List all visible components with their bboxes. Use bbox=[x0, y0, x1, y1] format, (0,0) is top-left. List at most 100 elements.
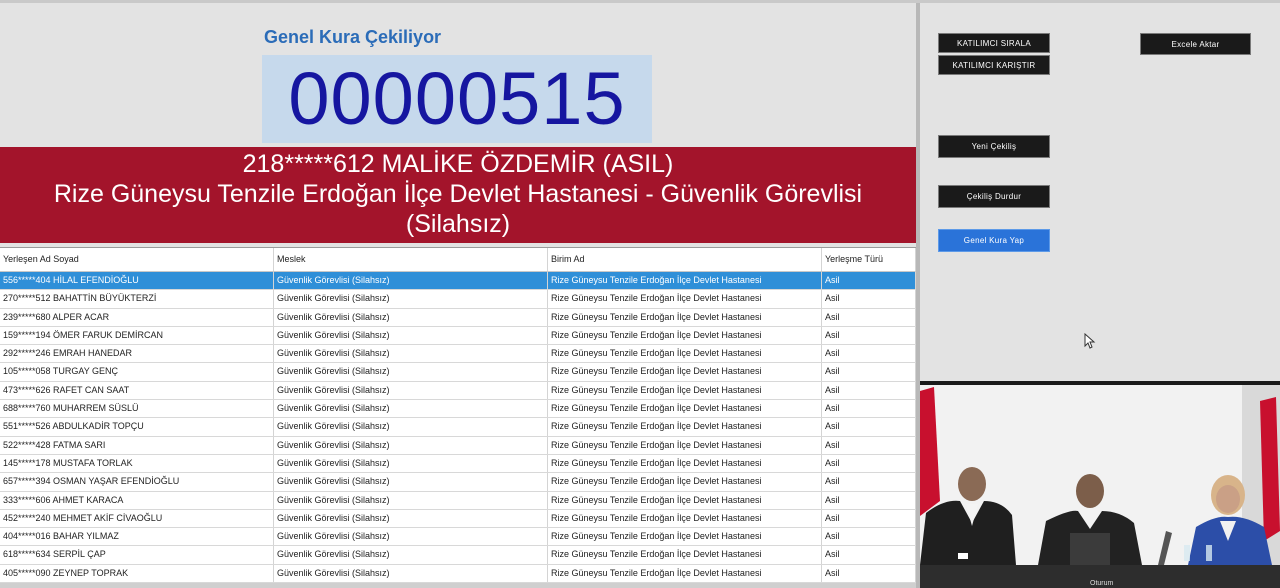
official-3-head bbox=[1216, 485, 1240, 513]
water-glass-icon bbox=[1184, 545, 1190, 561]
draw-counter-box: 00000515 bbox=[262, 55, 652, 143]
column-header-unit[interactable]: Birim Ad bbox=[548, 248, 822, 271]
grid-horizontal-scrollbar[interactable] bbox=[0, 583, 916, 588]
column-header-occupation[interactable]: Meslek bbox=[274, 248, 548, 271]
table-row[interactable]: 239*****680 ALPER ACAR Güvenlik Görevlis… bbox=[0, 308, 916, 327]
cell-unit: Rize Güneysu Tenzile Erdoğan İlçe Devlet… bbox=[548, 345, 822, 363]
draw-application-window: Genel Kura Çekiliyor 00000515 218*****61… bbox=[0, 0, 1280, 588]
table-row[interactable]: 618*****634 SERPİL ÇAP Güvenlik Görevlis… bbox=[0, 546, 916, 565]
cell-occupation: Güvenlik Görevlisi (Silahsız) bbox=[274, 436, 548, 454]
winner-position: (Silahsız) bbox=[405, 210, 511, 238]
cell-unit: Rize Güneysu Tenzile Erdoğan İlçe Devlet… bbox=[548, 272, 822, 290]
table-row[interactable]: 333*****606 AHMET KARACA Güvenlik Görevl… bbox=[0, 491, 916, 510]
cell-name: 688*****760 MUHARREM SÜSLÜ bbox=[0, 400, 274, 418]
cell-name: 239*****680 ALPER ACAR bbox=[0, 308, 274, 326]
turkish-flag-icon bbox=[920, 387, 940, 516]
draw-status-title: Genel Kura Çekiliyor bbox=[264, 27, 442, 47]
winner-identity: 218*****612 MALİKE ÖZDEMİR (ASIL) bbox=[242, 150, 674, 178]
cell-unit: Rize Güneysu Tenzile Erdoğan İlçe Devlet… bbox=[548, 363, 822, 381]
sort-participants-button[interactable]: KATILIMCI SIRALA bbox=[938, 33, 1050, 53]
cell-placement-type: Asil bbox=[822, 528, 916, 546]
cell-occupation: Güvenlik Görevlisi (Silahsız) bbox=[274, 473, 548, 491]
cell-name: 405*****090 ZEYNEP TOPRAK bbox=[0, 564, 274, 583]
cell-name: 551*****526 ABDULKADİR TOPÇU bbox=[0, 418, 274, 436]
cell-unit: Rize Güneysu Tenzile Erdoğan İlçe Devlet… bbox=[548, 491, 822, 509]
draw-counter: 00000515 bbox=[288, 57, 626, 140]
cell-placement-type: Asil bbox=[822, 546, 916, 564]
cell-occupation: Güvenlik Görevlisi (Silahsız) bbox=[274, 272, 548, 290]
official-2-laptop bbox=[1070, 533, 1110, 565]
cell-name: 270*****512 BAHATTİN BÜYÜKTERZİ bbox=[0, 290, 274, 308]
winner-unit: Rize Güneysu Tenzile Erdoğan İlçe Devlet… bbox=[53, 180, 863, 208]
table-row[interactable]: 159*****194 ÖMER FARUK DEMİRCAN Güvenlik… bbox=[0, 326, 916, 346]
table-row[interactable]: 404*****016 BAHAR YILMAZ Güvenlik Görevl… bbox=[0, 528, 916, 547]
cell-placement-type: Asil bbox=[822, 290, 916, 308]
table-row[interactable]: 522*****428 FATMA SARI Güvenlik Görevlis… bbox=[0, 436, 916, 455]
cell-unit: Rize Güneysu Tenzile Erdoğan İlçe Devlet… bbox=[548, 400, 822, 418]
cell-name: 292*****246 EMRAH HANEDAR bbox=[0, 345, 274, 363]
grid-rows: 556*****404 HİLAL EFENDİOĞLU Güvenlik Gö… bbox=[0, 272, 916, 588]
table-row[interactable]: 688*****760 MUHARREM SÜSLÜ Güvenlik Göre… bbox=[0, 400, 916, 419]
column-header-placement-type[interactable]: Yerleşme Türü bbox=[822, 248, 916, 271]
cell-placement-type: Asil bbox=[822, 345, 916, 363]
table-row[interactable]: 551*****526 ABDULKADİR TOPÇU Güvenlik Gö… bbox=[0, 418, 916, 437]
cell-placement-type: Asil bbox=[822, 381, 916, 400]
cell-name: 657*****394 OSMAN YAŞAR EFENDİOĞLU bbox=[0, 473, 274, 491]
cell-name: 159*****194 ÖMER FARUK DEMİRCAN bbox=[0, 326, 274, 345]
official-2-head bbox=[1076, 474, 1104, 508]
column-header-name[interactable]: Yerleşen Ad Soyad bbox=[0, 248, 274, 271]
cell-occupation: Güvenlik Görevlisi (Silahsız) bbox=[274, 308, 548, 326]
winner-banner: 218*****612 MALİKE ÖZDEMİR (ASIL) Rize G… bbox=[0, 147, 916, 243]
cell-name: 105*****058 TURGAY GENÇ bbox=[0, 363, 274, 381]
cell-unit: Rize Güneysu Tenzile Erdoğan İlçe Devlet… bbox=[548, 528, 822, 546]
table-row[interactable]: 556*****404 HİLAL EFENDİOĞLU Güvenlik Gö… bbox=[0, 272, 916, 291]
cell-placement-type: Asil bbox=[822, 418, 916, 436]
cell-name: 333*****606 AHMET KARACA bbox=[0, 491, 274, 509]
cell-occupation: Güvenlik Görevlisi (Silahsız) bbox=[274, 546, 548, 564]
cell-occupation: Güvenlik Görevlisi (Silahsız) bbox=[274, 564, 548, 583]
cell-name: 473*****626 RAFET CAN SAAT bbox=[0, 381, 274, 400]
cell-unit: Rize Güneysu Tenzile Erdoğan İlçe Devlet… bbox=[548, 509, 822, 528]
table-row[interactable]: 270*****512 BAHATTİN BÜYÜKTERZİ Güvenlik… bbox=[0, 290, 916, 309]
table-row[interactable]: 145*****178 MUSTAFA TORLAK Güvenlik Göre… bbox=[0, 454, 916, 474]
stop-draw-button[interactable]: Çekiliş Durdur bbox=[938, 185, 1050, 208]
cell-name: 618*****634 SERPİL ÇAP bbox=[0, 546, 274, 564]
cell-occupation: Güvenlik Görevlisi (Silahsız) bbox=[274, 400, 548, 418]
new-draw-button[interactable]: Yeni Çekiliş bbox=[938, 135, 1050, 158]
cell-occupation: Güvenlik Görevlisi (Silahsız) bbox=[274, 345, 548, 363]
table-row[interactable]: 473*****626 RAFET CAN SAAT Güvenlik Göre… bbox=[0, 381, 916, 401]
cell-unit: Rize Güneysu Tenzile Erdoğan İlçe Devlet… bbox=[548, 436, 822, 454]
cell-unit: Rize Güneysu Tenzile Erdoğan İlçe Devlet… bbox=[548, 308, 822, 326]
cell-placement-type: Asil bbox=[822, 491, 916, 509]
cell-name: 452*****240 MEHMET AKİF CİVAOĞLU bbox=[0, 509, 274, 528]
results-grid[interactable]: Yerleşen Ad Soyad Meslek Birim Ad Yerleş… bbox=[0, 247, 916, 588]
run-general-draw-button[interactable]: Genel Kura Yap bbox=[938, 229, 1050, 252]
cell-placement-type: Asil bbox=[822, 326, 916, 345]
cell-unit: Rize Güneysu Tenzile Erdoğan İlçe Devlet… bbox=[548, 290, 822, 308]
cell-unit: Rize Güneysu Tenzile Erdoğan İlçe Devlet… bbox=[548, 454, 822, 473]
table-row[interactable]: 657*****394 OSMAN YAŞAR EFENDİOĞLU Güven… bbox=[0, 473, 916, 492]
export-excel-button[interactable]: Excele Aktar bbox=[1140, 33, 1251, 55]
cell-occupation: Güvenlik Görevlisi (Silahsız) bbox=[274, 509, 548, 528]
table-row[interactable]: 452*****240 MEHMET AKİF CİVAOĞLU Güvenli… bbox=[0, 509, 916, 529]
cell-placement-type: Asil bbox=[822, 363, 916, 381]
cell-occupation: Güvenlik Görevlisi (Silahsız) bbox=[274, 528, 548, 546]
cell-placement-type: Asil bbox=[822, 509, 916, 528]
cell-placement-type: Asil bbox=[822, 454, 916, 473]
video-caption: Oturum bbox=[1090, 580, 1114, 587]
cell-occupation: Güvenlik Görevlisi (Silahsız) bbox=[274, 491, 548, 509]
mouse-pointer-icon bbox=[1084, 333, 1096, 349]
official-1-head bbox=[958, 467, 986, 501]
table-row[interactable]: 105*****058 TURGAY GENÇ Güvenlik Görevli… bbox=[0, 363, 916, 382]
cell-placement-type: Asil bbox=[822, 564, 916, 583]
cell-occupation: Güvenlik Görevlisi (Silahsız) bbox=[274, 326, 548, 345]
cell-occupation: Güvenlik Görevlisi (Silahsız) bbox=[274, 363, 548, 381]
table-row[interactable]: 292*****246 EMRAH HANEDAR Güvenlik Görev… bbox=[0, 345, 916, 364]
cell-occupation: Güvenlik Görevlisi (Silahsız) bbox=[274, 454, 548, 473]
cell-occupation: Güvenlik Görevlisi (Silahsız) bbox=[274, 381, 548, 400]
desk-papers bbox=[958, 553, 968, 559]
cell-name: 522*****428 FATMA SARI bbox=[0, 436, 274, 454]
shuffle-participants-button[interactable]: KATILIMCI KARIŞTIR bbox=[938, 55, 1050, 75]
live-video-feed: Oturum bbox=[920, 381, 1280, 588]
table-row[interactable]: 405*****090 ZEYNEP TOPRAK Güvenlik Görev… bbox=[0, 564, 916, 584]
